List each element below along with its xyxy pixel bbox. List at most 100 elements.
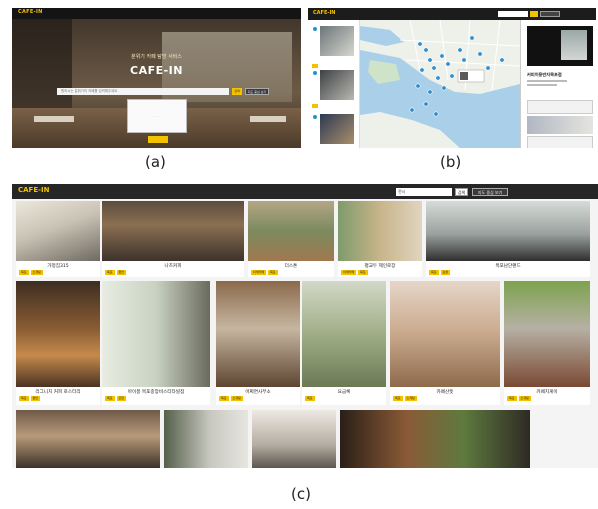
cafe-name: 더스톤	[284, 264, 298, 269]
tag-badge[interactable]: 목포	[393, 396, 403, 401]
cafe-name: 가정집315	[47, 264, 69, 269]
cafe-photo	[16, 410, 160, 468]
tag-badge[interactable]: 모던	[116, 396, 127, 401]
tag-badge[interactable]: 소개팅	[518, 396, 531, 401]
location-pin-icon[interactable]	[312, 26, 318, 32]
cafe-card[interactable]: 리그니치 커피 로스터리 목포 편안	[16, 281, 100, 405]
search-input[interactable]: 전시	[396, 188, 452, 196]
tag-badge[interactable]: 목포	[268, 270, 278, 275]
detail-text-line	[527, 84, 557, 86]
cafe-card[interactable]: 나즈커피 목포 편안	[102, 201, 244, 277]
map-view-button[interactable]: 지도 중심 보기	[245, 88, 269, 95]
tag-list: 목포 소개팅	[393, 396, 417, 401]
cafe-photo	[216, 281, 300, 387]
search-button[interactable]: 검색	[232, 88, 242, 95]
cafe-card[interactable]	[340, 410, 530, 468]
hero-subtitle: 분위기 카페 탐방 서비스	[131, 54, 182, 60]
cafe-detail-panel: 커피이용반지목포점	[520, 20, 596, 148]
cafe-name: 리그니치 커피 로스터리	[35, 390, 81, 395]
location-pin-icon[interactable]	[312, 114, 318, 120]
app-logo[interactable]: CAFE-IN	[313, 10, 336, 16]
cafe-name: 목포남단랜드	[495, 264, 521, 269]
tag-badge[interactable]: 편안	[116, 270, 127, 275]
tag-badge[interactable]: 소개팅	[230, 396, 243, 401]
tag-list: 목포 소개팅	[507, 396, 531, 401]
top-navbar	[12, 8, 301, 19]
cafe-photo	[102, 201, 244, 261]
tag-badge[interactable]: 목포	[19, 270, 29, 275]
tag-badge[interactable]: 목포	[105, 396, 115, 401]
cafe-card[interactable]: 요금록 목포	[302, 281, 386, 405]
cafe-name: 어쩌면사무소	[245, 390, 271, 395]
cafe-photo	[426, 201, 590, 261]
tag-badge[interactable]: 이색카페	[251, 270, 267, 275]
tag-list: 목포 편안	[105, 270, 127, 275]
tag-badge[interactable]: 목포	[358, 270, 368, 275]
cafe-card[interactable]: 카페산뜻 목포 소개팅	[390, 281, 500, 405]
cafe-card[interactable]	[252, 410, 336, 468]
tag-list: 목포 모던	[105, 396, 127, 401]
popup-placeholder: · · · · · ·	[151, 114, 163, 118]
map-canvas[interactable]	[360, 20, 520, 148]
search-input[interactable]	[498, 11, 528, 17]
cafe-photo	[340, 410, 530, 468]
cafe-card[interactable]: 목포남단랜드 목포 감성	[426, 201, 590, 277]
cafe-card[interactable]: 아이몽 목포중앙비스티타널점 목포 모던	[102, 281, 210, 405]
map-view[interactable]	[360, 20, 520, 148]
tag-badge[interactable]: 목포	[305, 396, 315, 401]
cafe-card[interactable]: 평교두 제인로장 이색카페 목포	[338, 201, 422, 277]
cafe-card[interactable]: 어쩌면사무소 목포 소개팅	[216, 281, 300, 405]
cafe-card[interactable]: 더스톤 이색카페 목포	[248, 201, 334, 277]
cafe-card[interactable]	[16, 410, 160, 468]
app-logo[interactable]: CAFE-IN	[18, 9, 43, 15]
cafe-detail-photo	[527, 26, 593, 66]
cafe-detail-name: 커피이용반지목포점	[527, 72, 562, 77]
cafe-photo	[504, 281, 590, 387]
panel-c-gallery-screenshot: CAFE-IN 전시 검색 지도 중심 보기 가정집315 목포 소개팅 나즈커피…	[12, 184, 598, 468]
tag-badge[interactable]: 소개팅	[30, 270, 43, 275]
review-box	[527, 100, 593, 114]
cafe-photo	[302, 281, 386, 387]
top-navbar	[12, 184, 598, 199]
tag-badge[interactable]: 목포	[19, 396, 29, 401]
cafe-name: 요금록	[337, 390, 351, 395]
cafe-thumbnail[interactable]	[320, 26, 354, 56]
cafe-photo	[338, 201, 422, 261]
caption-b: (b)	[440, 153, 462, 171]
cafe-photo	[248, 201, 334, 261]
cafe-card[interactable]	[164, 410, 248, 468]
search-input[interactable]: 원하시는 분위기의 카페를 입력해주세요	[57, 88, 229, 95]
review-photo	[527, 116, 593, 134]
cafe-name: 아이몽 목포중앙비스티타널점	[127, 390, 185, 395]
cafe-name: 평교두 제인로장	[364, 264, 396, 269]
tag-list: 이색카페 목포	[341, 270, 368, 275]
tag-badge[interactable]: 편안	[30, 396, 41, 401]
tag-badge[interactable]: 목포	[105, 270, 115, 275]
tag-badge[interactable]: 감성	[440, 270, 451, 275]
location-pin-icon[interactable]	[312, 70, 318, 76]
panel-b-map-screenshot: CAFE-IN 커피이용반지목포점	[308, 8, 596, 148]
search-button[interactable]	[530, 11, 538, 17]
tag-badge[interactable]: 목포	[219, 396, 229, 401]
search-button[interactable]: 검색	[455, 188, 468, 196]
map-view-button[interactable]: 지도 중심 보기	[472, 188, 508, 196]
map-view-button[interactable]	[540, 11, 560, 17]
result-popup: · · · · · ·	[127, 99, 187, 133]
tag-badge	[312, 104, 318, 108]
cafe-card[interactable]: 카페치게이 목포 소개팅	[504, 281, 590, 405]
tag-badge[interactable]: 이색카페	[341, 270, 357, 275]
popup-confirm-button[interactable]	[148, 136, 168, 143]
tag-badge[interactable]: 소개팅	[404, 396, 417, 401]
tag-badge[interactable]: 목포	[429, 270, 439, 275]
tag-badge[interactable]: 목포	[507, 396, 517, 401]
caption-a: (a)	[145, 153, 166, 171]
cafe-list-sidebar	[308, 20, 360, 148]
cafe-photo	[252, 410, 336, 468]
cafe-thumbnail[interactable]	[320, 114, 354, 144]
cafe-photo	[164, 410, 248, 468]
cafe-card[interactable]: 가정집315 목포 소개팅	[16, 201, 100, 277]
app-logo[interactable]: CAFE-IN	[18, 186, 50, 194]
review-box	[527, 136, 593, 148]
cafe-name: 카페산뜻	[436, 390, 454, 395]
cafe-thumbnail[interactable]	[320, 70, 354, 100]
